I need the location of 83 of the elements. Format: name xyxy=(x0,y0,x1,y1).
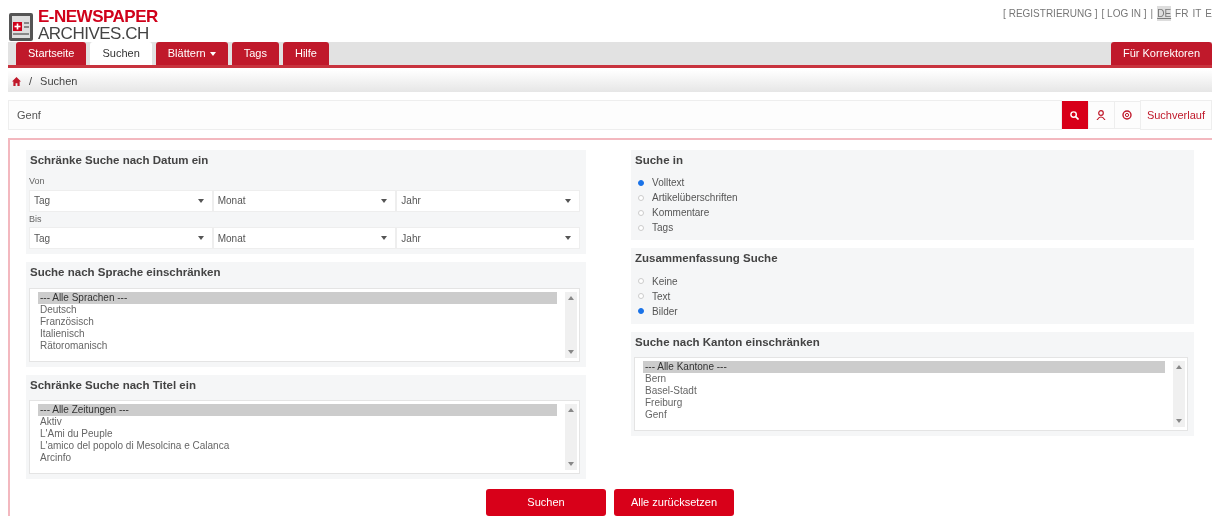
dropdown-select[interactable]: Tag xyxy=(29,189,213,212)
dropdown-select[interactable]: Jahr xyxy=(396,189,580,212)
section-title: Schränke Suche nach Titel ein xyxy=(30,377,197,393)
nav-tab[interactable]: Tags xyxy=(231,42,279,65)
section-title: Suche nach Kanton einschränken xyxy=(635,334,821,350)
radio-label: Kommentare xyxy=(652,206,710,221)
search-field[interactable]: Genf xyxy=(8,100,1062,130)
dropdown-select[interactable]: Monat xyxy=(212,227,397,250)
radio-button[interactable] xyxy=(638,179,644,186)
list-option[interactable]: Arcinfo xyxy=(38,451,557,464)
section-title: Suche in xyxy=(635,153,684,168)
field-label: Von xyxy=(29,175,46,189)
radio-button[interactable] xyxy=(638,278,644,284)
logo-text: ARCHIVES.CH xyxy=(38,25,150,42)
nav-tab[interactable]: Hilfe xyxy=(282,42,329,65)
radio-label: Volltext xyxy=(652,176,685,191)
breadcrumb-separator: / xyxy=(29,73,33,89)
dropdown-arrow-icon xyxy=(381,236,388,241)
list-option[interactable]: --- Alle Kantone --- xyxy=(643,360,1165,373)
radio-button[interactable] xyxy=(638,194,644,201)
nav-tab[interactable]: Suchen xyxy=(90,42,152,65)
list-box[interactable]: --- Alle Sprachen --- Deutsch Französisch Italienisch Rätoromanisch xyxy=(29,287,580,362)
header-link[interactable]: [ REGISTRIERUNG ] xyxy=(1003,6,1098,21)
nav-tab[interactable]: Blättern xyxy=(155,42,228,65)
list-option[interactable]: --- Alle Sprachen --- xyxy=(38,291,557,304)
nav-tab[interactable]: Startseite xyxy=(16,42,87,65)
list-option[interactable]: Aktiv xyxy=(38,415,557,428)
nav-tab[interactable]: Für Korrektoren xyxy=(1110,42,1212,65)
list-option[interactable]: Italienisch xyxy=(38,327,557,340)
list-option[interactable]: Genf xyxy=(643,408,1165,421)
list-option[interactable]: Freiburg xyxy=(643,396,1165,409)
search-button[interactable] xyxy=(1061,101,1088,129)
list-option[interactable]: Rätoromanisch xyxy=(38,339,557,352)
dropdown-select[interactable]: Jahr xyxy=(396,227,580,250)
list-option[interactable]: Französisch xyxy=(38,315,557,328)
dropdown-arrow-icon xyxy=(197,236,204,241)
language-link[interactable]: IT xyxy=(1192,6,1202,21)
list-option[interactable]: L'amico del popolo di Mesolcina e Calanca xyxy=(38,439,557,452)
header-link[interactable]: [ LOG IN ] xyxy=(1101,6,1147,21)
breadcrumb-current: Suchen xyxy=(40,73,78,89)
logo-text: E-NEWSPAPER xyxy=(38,8,158,25)
scrollbar[interactable] xyxy=(565,403,577,470)
list-box[interactable]: --- Alle Kantone --- Bern Basel-Stadt Freiburg Genf xyxy=(634,356,1188,431)
dropdown-arrow-icon xyxy=(565,198,571,203)
radio-button[interactable] xyxy=(638,308,644,314)
search-icon xyxy=(1070,110,1080,120)
section-title: Suche nach Sprache einschränken xyxy=(30,265,222,281)
list-option[interactable]: Basel-Stadt xyxy=(643,384,1165,397)
language-link[interactable]: DE xyxy=(1157,6,1172,21)
radio-label: Artikelüberschriften xyxy=(652,191,738,206)
dropdown-select[interactable]: Tag xyxy=(29,227,213,250)
list-option[interactable]: L'Ami du Peuple xyxy=(38,427,557,440)
radio-label: Text xyxy=(652,289,671,304)
list-box[interactable]: --- Alle Zeitungen --- Aktiv L'Ami du Peuple L'amico del popolo di Mesolcina e Calanca Arcinfo xyxy=(29,399,580,474)
dropdown-arrow-icon xyxy=(565,236,571,241)
search-history-button[interactable]: Suchverlauf xyxy=(1139,100,1212,130)
scrollbar[interactable] xyxy=(1173,360,1185,427)
scrollbar[interactable] xyxy=(565,291,577,358)
radio-button[interactable] xyxy=(638,209,644,216)
dropdown-select[interactable]: Monat xyxy=(212,189,397,212)
separator: | xyxy=(1150,7,1154,21)
list-option[interactable]: --- Alle Zeitungen --- xyxy=(38,403,557,416)
person-search-button[interactable] xyxy=(1087,101,1114,129)
radio-label: Bilder xyxy=(652,304,678,319)
radio-label: Tags xyxy=(652,221,674,236)
lifebuoy-icon xyxy=(1122,110,1133,120)
action-button[interactable]: Alle zurücksetzen xyxy=(614,488,734,516)
language-link[interactable]: E xyxy=(1205,6,1212,21)
field-label: Bis xyxy=(29,212,43,226)
help-button[interactable] xyxy=(1113,101,1140,129)
radio-button[interactable] xyxy=(638,293,644,299)
home-icon[interactable] xyxy=(12,76,21,86)
dropdown-arrow-icon xyxy=(197,198,204,203)
list-option[interactable]: Deutsch xyxy=(38,303,557,316)
section-title: Zusammenfassung Suche xyxy=(635,251,779,267)
dropdown-arrow-icon xyxy=(381,198,388,203)
radio-label: Keine xyxy=(652,274,678,289)
section-title: Schränke Suche nach Datum ein xyxy=(30,153,210,168)
action-button[interactable]: Suchen xyxy=(486,488,606,516)
radio-button[interactable] xyxy=(638,224,644,231)
person-icon xyxy=(1096,110,1107,120)
language-link[interactable]: FR xyxy=(1175,6,1189,21)
list-option[interactable]: Bern xyxy=(643,372,1165,385)
